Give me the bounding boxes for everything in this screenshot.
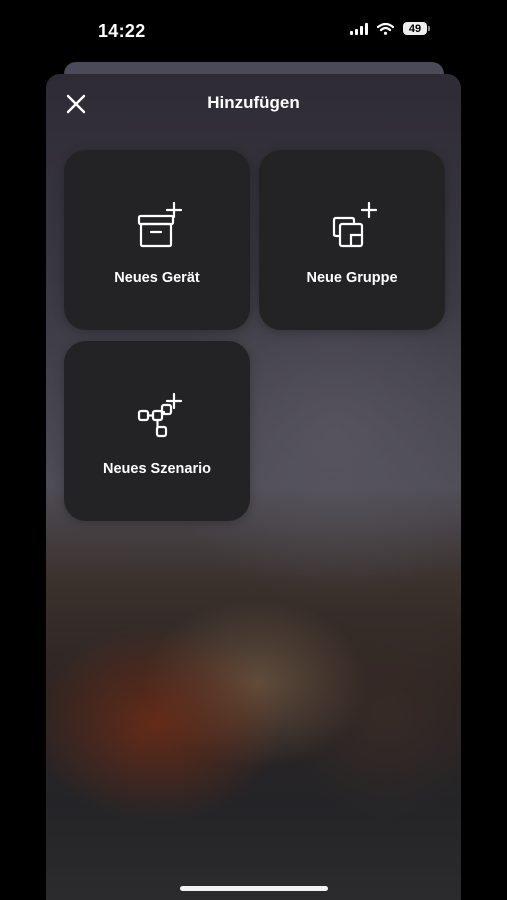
battery-level: 49 <box>408 22 422 35</box>
status-icons: 49 <box>350 22 430 35</box>
home-indicator[interactable] <box>180 886 328 891</box>
new-scenario-button[interactable]: Neues Szenario <box>64 341 250 521</box>
battery-icon: 49 <box>403 22 430 35</box>
new-device-button[interactable]: Neues Gerät <box>64 150 250 330</box>
sheet-title: Hinzufügen <box>207 93 300 112</box>
add-scenario-icon <box>137 392 183 438</box>
wifi-icon <box>377 22 394 35</box>
new-group-label: Neue Gruppe <box>306 270 398 286</box>
add-device-icon <box>137 201 183 248</box>
add-sheet: Hinzufügen Neues Gerät Neue Gruppe Neues… <box>46 74 461 900</box>
new-group-button[interactable]: Neue Gruppe <box>259 150 445 330</box>
cellular-signal-icon <box>350 22 368 35</box>
new-device-label: Neues Gerät <box>114 270 200 286</box>
status-bar: 14:22 49 <box>0 0 507 62</box>
new-scenario-label: Neues Szenario <box>103 461 211 477</box>
status-time: 14:22 <box>98 21 146 41</box>
add-group-icon <box>332 201 378 248</box>
